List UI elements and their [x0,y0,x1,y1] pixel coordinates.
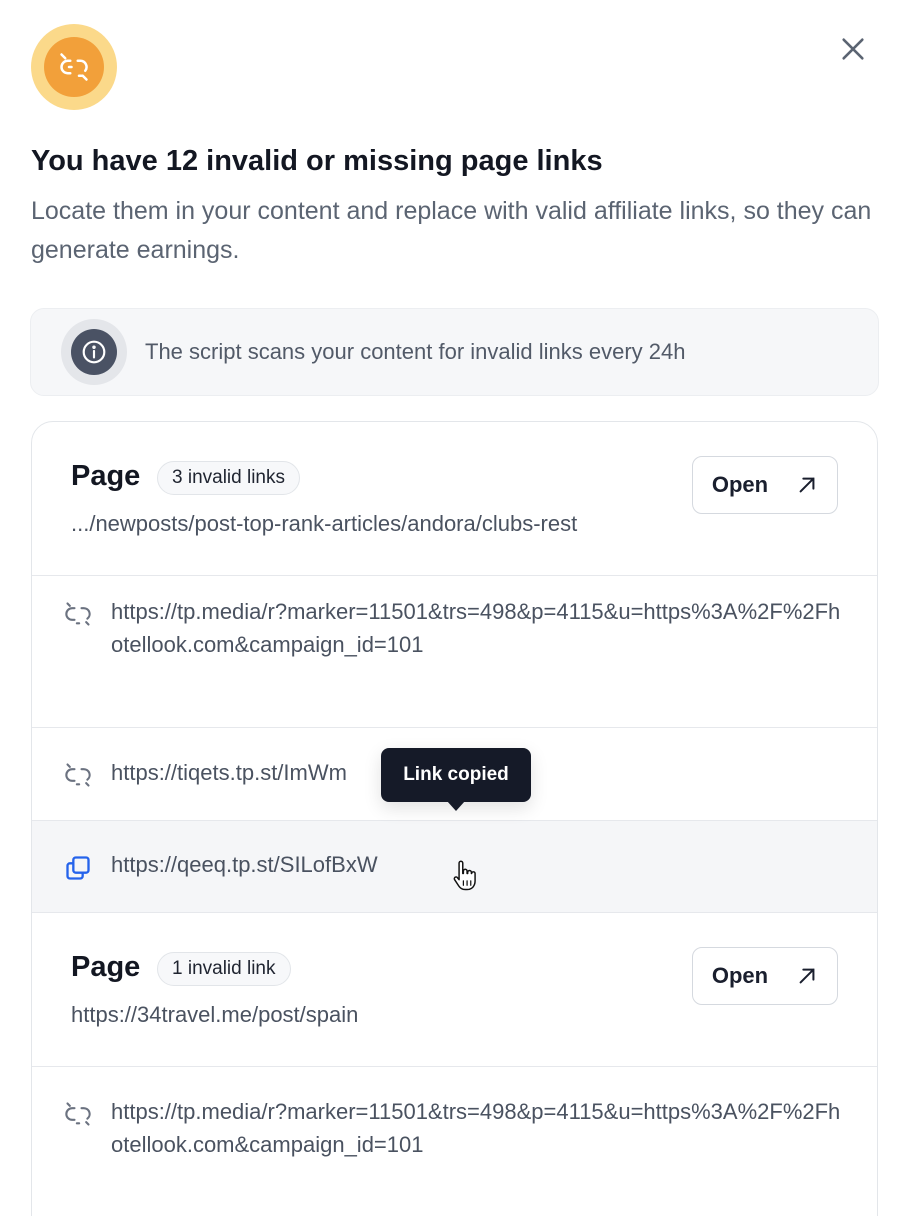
broken-link-icon [65,602,91,626]
page-label: Page [71,951,141,983]
broken-link-icon [60,53,88,81]
arrow-up-right-icon[interactable] [796,965,818,987]
header-icon-badge [31,24,117,110]
arrow-up-right-icon[interactable] [796,474,818,496]
broken-link-icon [65,763,91,787]
close-button[interactable] [832,28,874,70]
page-header: Page 1 invalid link https://34travel.me/… [32,913,877,1067]
broken-link-icon [65,1102,91,1126]
open-page-button[interactable]: Open [692,456,838,514]
invalid-link-url[interactable]: https://tp.media/r?marker=11501&trs=498&… [111,595,841,661]
link-copied-tooltip: Link copied [381,748,531,811]
open-button-label[interactable]: Open [712,963,768,989]
invalid-count-badge: 3 invalid links [157,461,300,495]
hand-cursor-icon [453,860,476,891]
close-icon[interactable] [839,35,867,63]
invalid-link-row[interactable]: https://tp.media/r?marker=11501&trs=498&… [32,1067,877,1216]
info-banner: The script scans your content for invali… [30,308,879,396]
page-label: Page [71,460,141,492]
invalid-link-url[interactable]: https://tp.media/r?marker=11501&trs=498&… [111,1095,841,1161]
info-icon [71,329,117,375]
info-text: The script scans your content for invali… [145,339,686,364]
copy-icon[interactable] [64,854,92,882]
page-header: Page 3 invalid links .../newposts/post-t… [32,422,877,576]
page-url: https://34travel.me/post/spain [71,1002,359,1027]
invalid-link-row[interactable]: https://tp.media/r?marker=11501&trs=498&… [32,576,877,728]
invalid-links-list: Page 3 invalid links .../newposts/post-t… [31,421,878,1216]
invalid-count-badge: 1 invalid link [157,952,291,986]
invalid-links-modal: You have 12 invalid or missing page link… [0,0,908,1216]
modal-subtitle: Locate them in your content and replace … [31,197,872,264]
page-url: .../newposts/post-top-rank-articles/ando… [71,511,578,536]
open-button-label[interactable]: Open [712,472,768,498]
modal-title: You have 12 invalid or missing page link… [31,145,603,177]
open-page-button[interactable]: Open [692,947,838,1005]
